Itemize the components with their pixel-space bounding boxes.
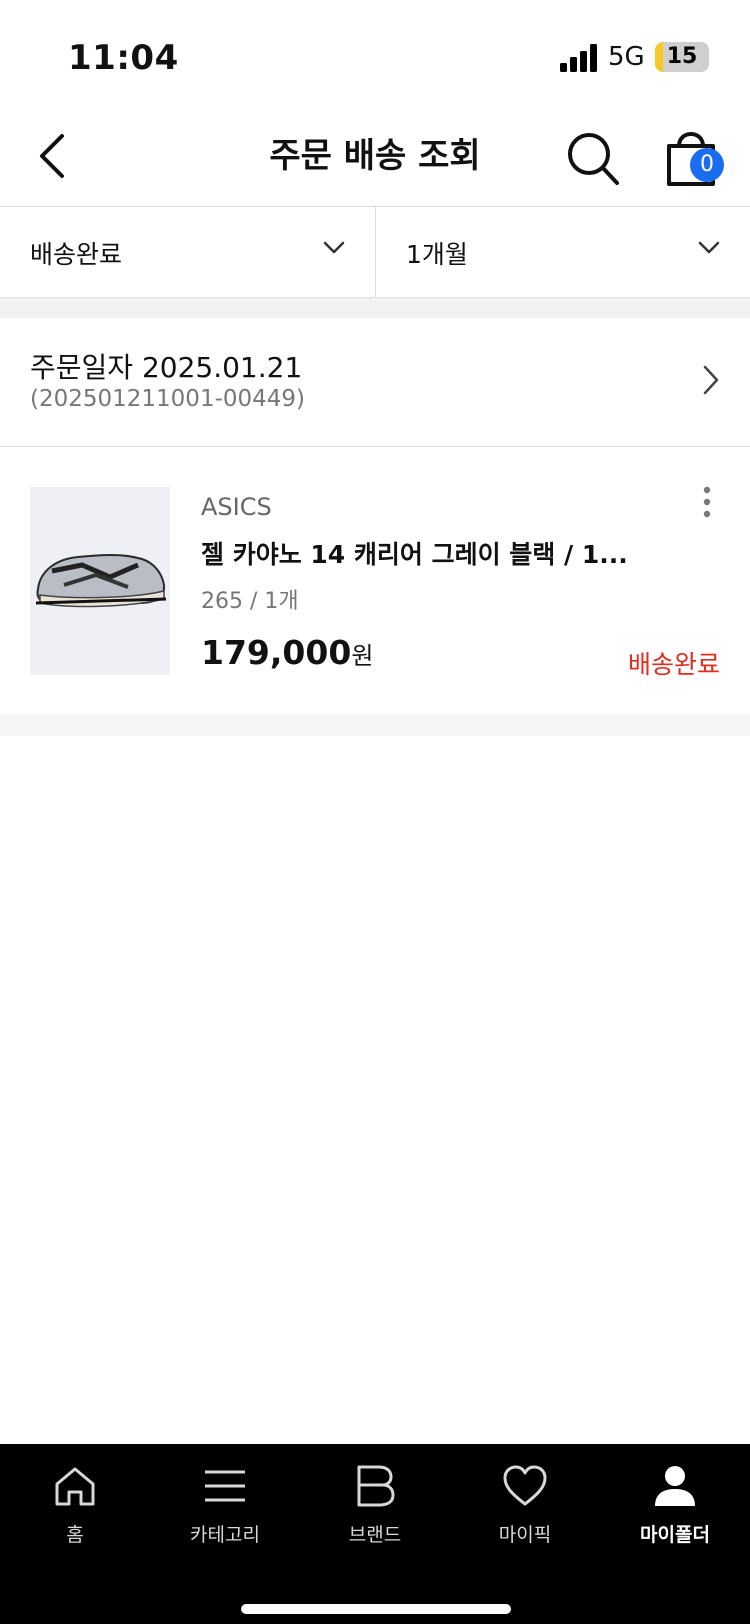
- product-brand: ASICS: [201, 493, 272, 521]
- network-type: 5G: [608, 42, 645, 72]
- menu-icon: [205, 1470, 245, 1502]
- product-thumbnail[interactable]: [30, 487, 170, 675]
- price-unit: 원: [351, 642, 374, 670]
- filter-row: 배송완료 1개월: [0, 207, 750, 298]
- section-divider: [0, 714, 750, 736]
- product-name[interactable]: 젤 카야노 14 캐리어 그레이 블랙 / 1...: [201, 535, 628, 571]
- nav-category[interactable]: 카테고리: [150, 1444, 300, 1554]
- status-filter-label: 배송완료: [30, 240, 123, 269]
- nav-home[interactable]: 홈: [0, 1444, 150, 1554]
- more-options-icon[interactable]: [700, 485, 714, 519]
- nav-label: 마이폴더: [640, 1524, 710, 1546]
- nav-mypick[interactable]: 마이픽: [450, 1444, 600, 1554]
- search-icon[interactable]: [565, 126, 621, 188]
- chevron-down-icon: [323, 241, 345, 254]
- signal-icon: [560, 44, 597, 72]
- brand-b-icon: [357, 1465, 395, 1507]
- page-title: 주문 배송 조회: [269, 136, 481, 176]
- home-icon: [55, 1467, 95, 1506]
- battery-icon: 15: [655, 42, 709, 72]
- battery-level: 15: [666, 44, 698, 69]
- nav-label: 카테고리: [190, 1524, 260, 1546]
- nav-label: 브랜드: [348, 1524, 402, 1546]
- price-value: 179,000: [201, 633, 352, 672]
- bottom-nav: 홈 카테고리 브랜드 마이픽 마이폴더: [0, 1444, 750, 1624]
- heart-icon: [503, 1465, 547, 1506]
- nav-myfolder[interactable]: 마이폴더: [600, 1444, 750, 1554]
- status-filter-dropdown[interactable]: 배송완료: [0, 207, 376, 297]
- status-time: 11:04: [68, 38, 179, 78]
- order-number: (202501211001-00449): [30, 386, 306, 412]
- person-icon: [655, 1466, 695, 1506]
- section-divider: [0, 298, 750, 318]
- app-header: 주문 배송 조회: [0, 110, 750, 207]
- delivery-status: 배송완료: [627, 650, 720, 679]
- nav-brand[interactable]: 브랜드: [300, 1444, 450, 1554]
- period-filter-label: 1개월: [406, 240, 468, 269]
- product-option: 265 / 1개: [201, 589, 299, 614]
- period-filter-dropdown[interactable]: 1개월: [376, 207, 750, 297]
- product-price: 179,000원: [201, 633, 373, 672]
- chevron-down-icon: [698, 241, 720, 254]
- order-item[interactable]: ASICS 젤 카야노 14 캐리어 그레이 블랙 / 1... 265 / 1…: [0, 447, 750, 713]
- order-date: 주문일자 2025.01.21: [30, 351, 303, 384]
- chevron-right-icon: [703, 365, 719, 395]
- status-bar: 11:04 5G 15: [0, 0, 750, 110]
- order-header-row[interactable]: 주문일자 2025.01.21 (202501211001-00449): [0, 318, 750, 447]
- nav-label: 홈: [66, 1524, 84, 1546]
- cart-count-badge: 0: [690, 148, 724, 182]
- home-indicator[interactable]: [241, 1604, 511, 1614]
- nav-label: 마이픽: [498, 1524, 552, 1546]
